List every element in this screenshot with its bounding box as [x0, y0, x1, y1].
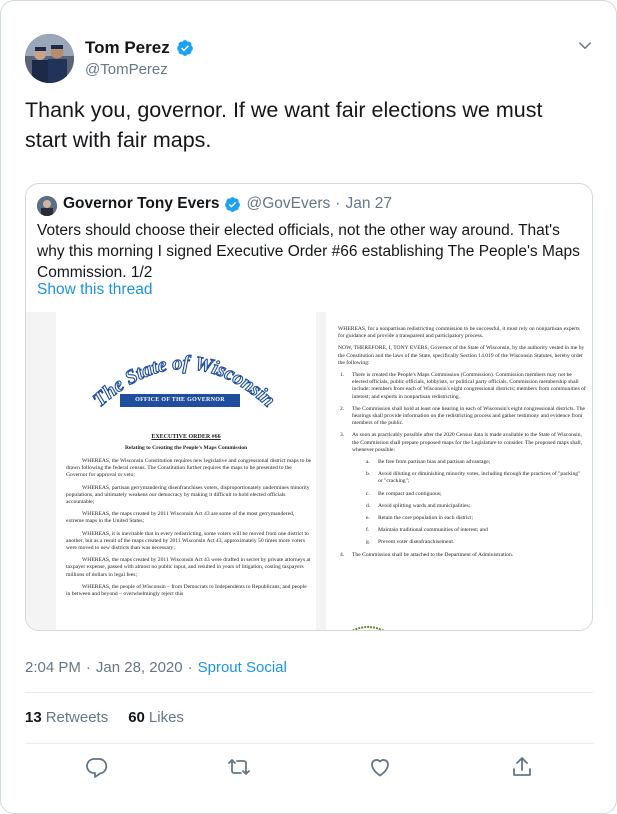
order-subitem: g. Prevent voter disenfranchisement. — [366, 539, 455, 546]
quoted-tweet-text: Voters should choose their elected offic… — [37, 222, 580, 281]
separator-dot: · — [187, 659, 193, 676]
whereas-paragraph: WHEREAS, the people of Wisconsin – from … — [66, 583, 307, 598]
tweet-actions — [1, 755, 617, 783]
order-subitem: c. Be compact and contiguous; — [366, 490, 442, 497]
seal-stamp-icon — [351, 626, 385, 630]
whereas-paragraph: WHEREAS, partisan gerrymandering disenfr… — [66, 484, 310, 506]
order-subitem: f. Maintain traditional communities of in… — [366, 527, 488, 534]
document-image[interactable]: The State of Wisconsin OFFICE OF THE GOV… — [26, 312, 592, 630]
whereas-paragraph: WHEREAS, the Wisconsin Constitution requ… — [66, 458, 312, 479]
tweet-time[interactable]: 2:04 PM — [25, 659, 81, 676]
whereas-paragraph: WHEREAS, the maps created by 2011 Wiscon… — [66, 557, 311, 578]
tweet-stats: 13 Retweets 60 Likes — [25, 709, 184, 726]
order-left-body: WHEREAS, the Wisconsin Constitution requ… — [66, 458, 312, 603]
author-display-name[interactable]: Tom Perez — [85, 38, 170, 58]
quoted-author-handle: @GovEvers — [246, 195, 331, 212]
order-item: 4. The Commission shall be attached to th… — [340, 551, 514, 558]
verified-badge-icon — [176, 40, 193, 56]
order-subitem: a. Be free from partisan bias and partisa… — [366, 459, 491, 466]
quoted-author-avatar[interactable] — [37, 196, 57, 216]
order-title: EXECUTIVE ORDER #66 — [151, 434, 221, 440]
likes-count: 60 — [128, 709, 145, 726]
whereas-paragraph: WHEREAS, the maps created by 2011 Wiscon… — [66, 511, 295, 525]
tweet-meta: 2:04 PM · Jan 28, 2020 · Sprout Social — [25, 659, 287, 676]
verified-badge-icon — [225, 196, 241, 212]
tweet-card: Tom Perez @TomPerez Thank you, governor.… — [0, 0, 617, 814]
whereas-paragraph: WHEREAS, it is inevitable that in every … — [66, 530, 309, 552]
order-item: 3. As soon as practicably possible after … — [340, 432, 583, 453]
tweet-source-link[interactable]: Sprout Social — [198, 659, 287, 676]
order-item: 1. There is created the People's Maps Com… — [340, 372, 586, 400]
divider — [25, 692, 593, 693]
whereas-paragraph: WHEREAS, for a nonpartisan redistricting… — [338, 326, 580, 340]
office-of-the-governor-banner: OFFICE OF THE GOVERNOR — [120, 394, 240, 407]
order-subitem: d. Avoid splitting wards and municipaliti… — [366, 502, 471, 509]
share-icon[interactable] — [510, 755, 534, 779]
document-page-left: The State of Wisconsin OFFICE OF THE GOV… — [56, 312, 316, 630]
order-subitem: b. Avoid diluting or diminishing minority… — [366, 471, 581, 485]
author-name-row[interactable]: Tom Perez — [85, 38, 194, 58]
retweet-icon[interactable] — [227, 755, 251, 779]
quoted-date[interactable]: Jan 27 — [345, 195, 392, 213]
separator-dot: · — [85, 659, 91, 676]
separator-dot: · — [335, 195, 341, 212]
order-subitem: e. Retain the core population in each dis… — [366, 515, 474, 522]
quoted-author-row: Governor Tony Evers @GovEvers · Jan 27 — [63, 195, 392, 213]
quoted-tweet[interactable]: Governor Tony Evers @GovEvers · Jan 27 V… — [25, 183, 593, 631]
quoted-author-name: Governor Tony Evers — [63, 195, 220, 212]
order-subtitle: Relating to Creating the People's Maps C… — [124, 445, 248, 451]
tweet-date[interactable]: Jan 28, 2020 — [96, 659, 183, 676]
retweets-label: Retweets — [45, 709, 109, 726]
order-item: 2. The Commission shall hold at least one… — [340, 405, 585, 427]
tweet-text: Thank you, governor. If we want fair ele… — [25, 98, 543, 152]
order-right-body: WHEREAS, for a nonpartisan redistricting… — [338, 326, 586, 564]
likes-stat[interactable]: 60 Likes — [128, 709, 184, 726]
show-thread-link[interactable]: Show this thread — [37, 281, 152, 299]
author-avatar[interactable] — [25, 34, 74, 83]
author-handle[interactable]: @TomPerez — [85, 61, 168, 78]
chevron-down-icon[interactable] — [576, 37, 594, 55]
retweets-stat[interactable]: 13 Retweets — [25, 709, 108, 726]
divider — [25, 743, 593, 744]
reply-icon[interactable] — [84, 755, 108, 779]
retweets-count: 13 — [25, 709, 42, 726]
state-of-wisconsin-seal: The State of Wisconsin — [88, 351, 280, 412]
document-page-right: WHEREAS, for a nonpartisan redistricting… — [326, 312, 592, 630]
now-therefore-paragraph: NOW, THEREFORE, I, TONY EVERS, Governor … — [338, 345, 585, 366]
likes-label: Likes — [148, 709, 184, 726]
heart-icon[interactable] — [368, 755, 392, 779]
